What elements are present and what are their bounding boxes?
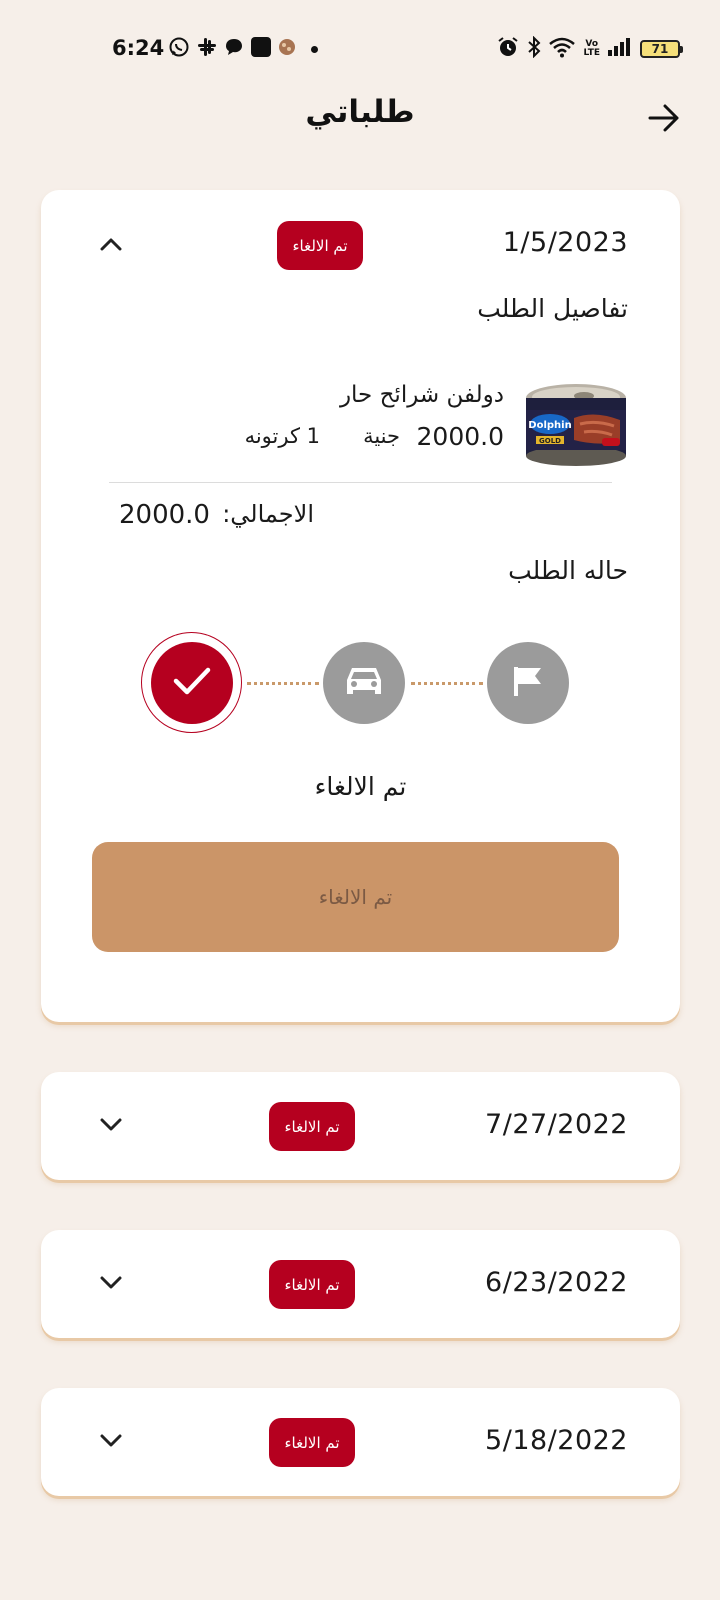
step-delivered [487, 642, 569, 724]
cancel-order-button[interactable]: تم الالغاء [92, 842, 619, 952]
step-cancelled [151, 642, 233, 724]
order-card-expanded: 1/5/2023 تم الالغاء تفاصيل الطلب Dolphin… [41, 190, 680, 1022]
more-notifications-dot [311, 45, 318, 53]
arrow-right-icon [648, 104, 680, 136]
order-date: 6/23/2022 [485, 1267, 628, 1298]
app-square-icon [251, 37, 271, 61]
order-details-title: تفاصيل الطلب [477, 294, 628, 323]
notification-icons [168, 36, 318, 62]
order-card-header[interactable]: 1/5/2023 تم الالغاء [41, 190, 680, 298]
product-price: 2000.0 [416, 422, 504, 451]
divider [109, 482, 612, 483]
order-card[interactable]: 6/23/2022 تم الالغاء [41, 1230, 680, 1338]
current-status-label: تم الالغاء [314, 772, 407, 801]
order-date: 1/5/2023 [502, 227, 628, 258]
check-icon [173, 666, 211, 700]
order-date: 5/18/2022 [485, 1425, 628, 1456]
status-badge: تم الالغاء [269, 1418, 355, 1467]
slack-icon [197, 37, 217, 61]
product-brand-label: Dolphin [528, 420, 571, 431]
product-quantity: 1 كرتونه [244, 424, 320, 448]
chevron-down-icon [100, 1117, 122, 1136]
wifi-icon [549, 36, 576, 62]
total-label: الاجمالي: [222, 500, 314, 528]
step-connector [411, 682, 483, 685]
chevron-up-icon [100, 236, 122, 255]
app-circle-icon [278, 38, 296, 60]
chevron-down-icon [100, 1275, 122, 1294]
alarm-icon [497, 36, 519, 62]
order-date: 7/27/2022 [485, 1109, 628, 1140]
status-time: 6:24 [112, 36, 165, 60]
status-badge: تم الالغاء [269, 1102, 355, 1151]
expand-button[interactable] [93, 1424, 129, 1460]
status-badge: تم الالغاء [269, 1260, 355, 1309]
order-status-title: حاله الطلب [508, 556, 628, 585]
expand-button[interactable] [93, 1266, 129, 1302]
chat-bubble-icon [224, 37, 244, 61]
product-image: Dolphin GOLD [524, 380, 628, 468]
order-card[interactable]: 5/18/2022 تم الالغاء [41, 1388, 680, 1496]
back-button[interactable] [644, 100, 684, 140]
signal-icon [608, 38, 632, 60]
volte-indicator: Vo LTE [583, 39, 600, 58]
page-title: طلباتي [305, 94, 415, 130]
battery-indicator: 71 [640, 40, 683, 58]
total-value: 2000.0 [119, 500, 210, 530]
car-icon [344, 664, 384, 702]
collapse-button[interactable] [93, 227, 129, 263]
system-icons: Vo LTE 71 [497, 35, 683, 62]
status-badge: تم الالغاء [277, 221, 363, 270]
flag-icon [511, 664, 545, 702]
product-name: دولفن شرائح حار [339, 382, 504, 408]
product-sub-label: GOLD [539, 437, 561, 445]
status-bar: 6:24 Vo LTE 71 [0, 0, 720, 96]
bluetooth-icon [527, 35, 541, 62]
expand-button[interactable] [93, 1108, 129, 1144]
product-currency: جنية [363, 424, 400, 448]
order-card[interactable]: 7/27/2022 تم الالغاء [41, 1072, 680, 1180]
step-connector [247, 682, 319, 685]
chevron-down-icon [100, 1433, 122, 1452]
whatsapp-icon [168, 36, 190, 62]
step-shipping [323, 642, 405, 724]
